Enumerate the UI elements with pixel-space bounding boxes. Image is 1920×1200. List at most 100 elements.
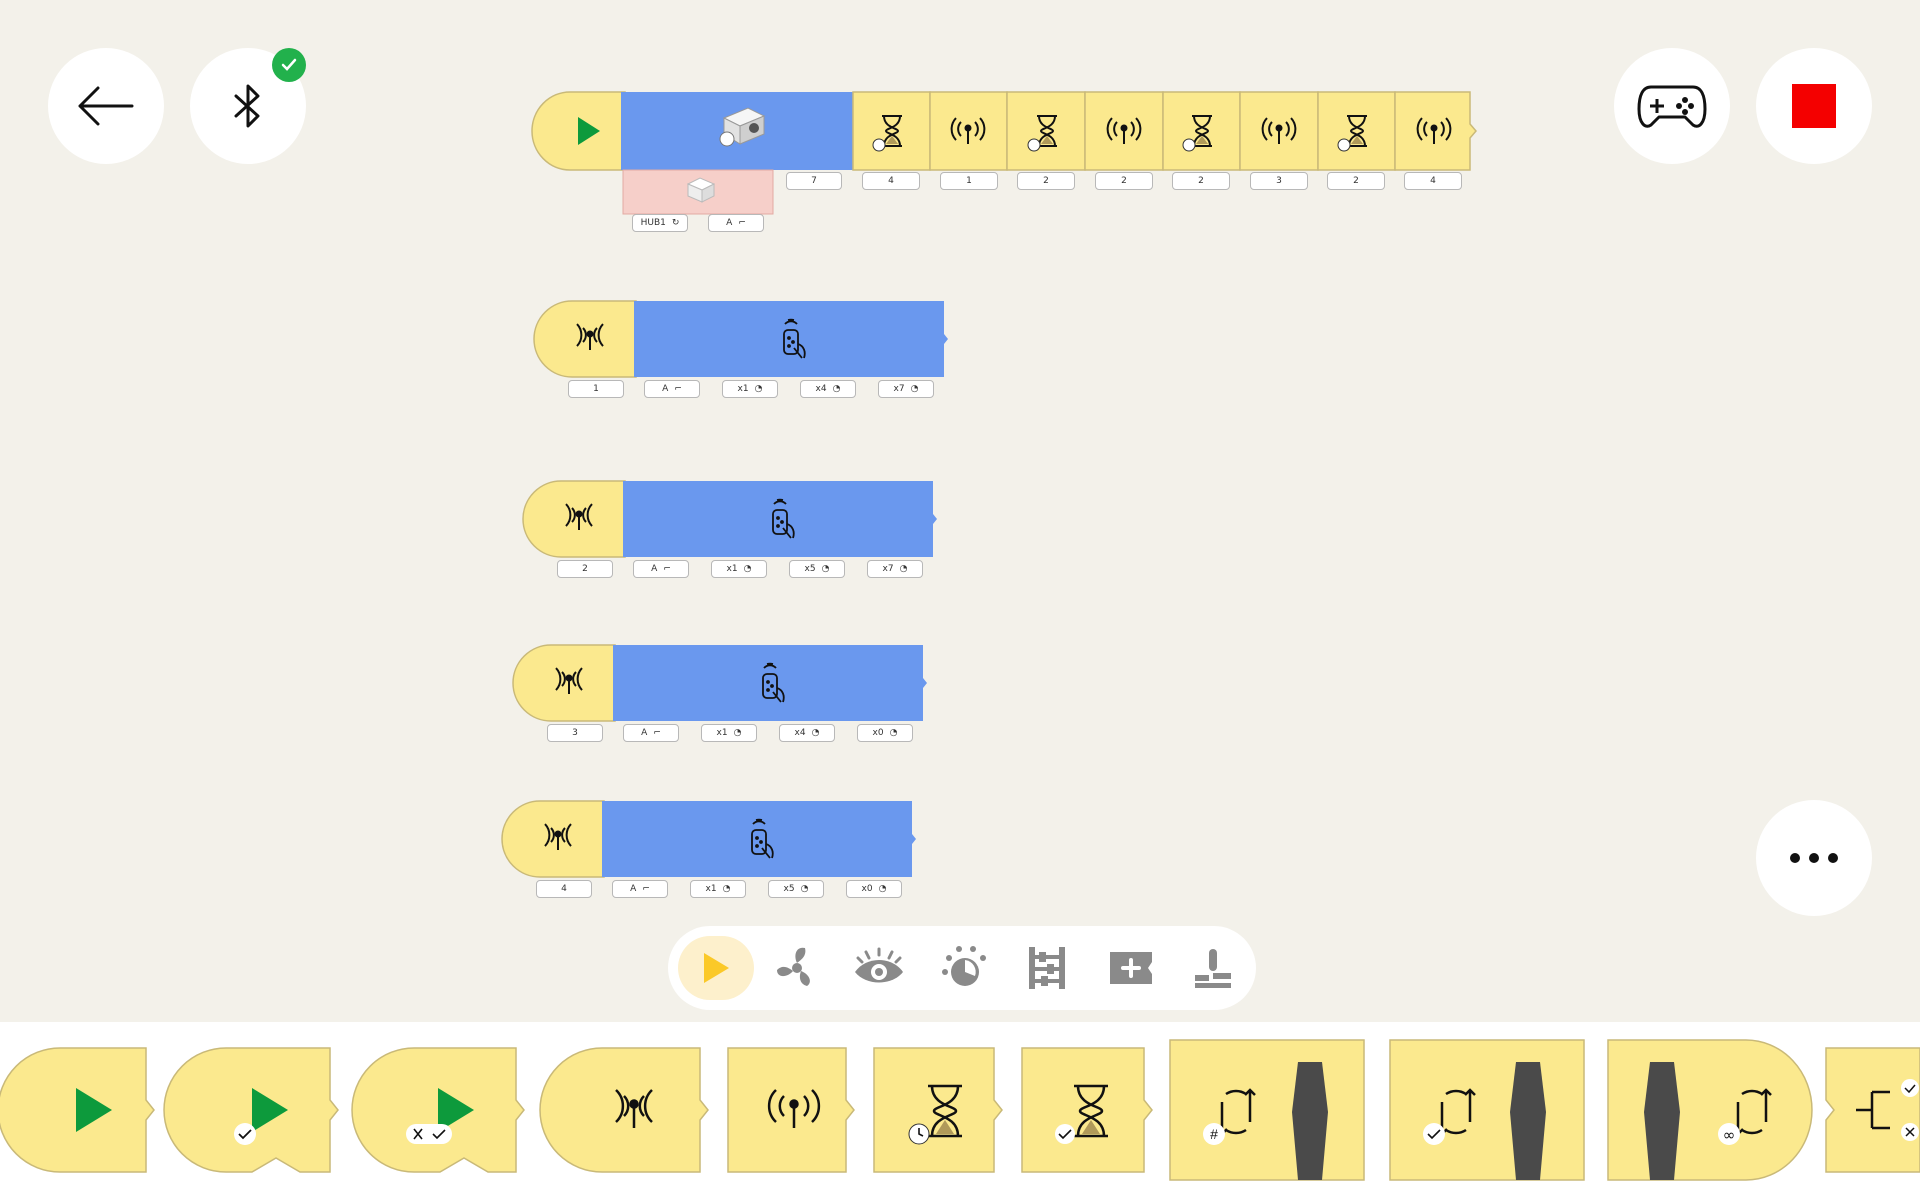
step-value[interactable]: 1: [940, 172, 998, 190]
remote-param[interactable]: x0 ◔: [857, 724, 913, 742]
remote-param-label: x4: [815, 384, 827, 394]
tray-block-wait-time[interactable]: [873, 1047, 1003, 1173]
speed-icon: ◔: [899, 564, 908, 574]
trigger-value-label: 4: [561, 884, 567, 894]
step-value[interactable]: 2: [1017, 172, 1075, 190]
tray-block-wait-until[interactable]: [1021, 1047, 1153, 1173]
port-selector[interactable]: A ⌐: [644, 380, 700, 398]
port-icon: ⌐: [663, 564, 671, 574]
abacus-icon: [1029, 947, 1065, 989]
category-tools[interactable]: [1178, 936, 1248, 1000]
tray-block-start-change[interactable]: [351, 1047, 525, 1173]
svg-text:#: #: [1210, 1126, 1218, 1142]
port-label: A: [641, 728, 648, 738]
speed-icon: ◔: [878, 884, 887, 894]
remote-param[interactable]: x7 ◔: [878, 380, 934, 398]
remote-param[interactable]: x5 ◔: [789, 560, 845, 578]
more-options-button[interactable]: [1756, 800, 1872, 916]
play-icon: [704, 953, 729, 983]
remote-param[interactable]: x0 ◔: [846, 880, 902, 898]
main-program-stack[interactable]: 7 HUB1 ↻ A ⌐ 4 1 2 2 2 3 2 4: [530, 90, 1490, 240]
category-control[interactable]: [1012, 936, 1082, 1000]
trigger-value[interactable]: 1: [568, 380, 624, 398]
stop-square-icon: [1792, 84, 1836, 128]
remote-param[interactable]: x4 ◔: [779, 724, 835, 742]
port-icon: ⌐: [653, 728, 661, 738]
remote-param-label: x7: [882, 564, 894, 574]
category-motors[interactable]: [762, 936, 832, 1000]
remote-param-label: x5: [783, 884, 795, 894]
remote-param-label: x7: [893, 384, 905, 394]
remote-param-label: x0: [872, 728, 884, 738]
port-selector[interactable]: A ⌐: [612, 880, 668, 898]
speed-icon: ◔: [910, 384, 919, 394]
speed-icon: ◔: [722, 884, 731, 894]
hub-label: HUB1: [640, 218, 666, 228]
remote-param[interactable]: x1 ◔: [711, 560, 767, 578]
speed-icon: ◔: [889, 728, 898, 738]
step-value[interactable]: 2: [1327, 172, 1385, 190]
port-selector[interactable]: A ⌐: [708, 214, 764, 232]
remote-param[interactable]: x1 ◔: [722, 380, 778, 398]
controller-button[interactable]: [1614, 48, 1730, 164]
remote-stack[interactable]: 1 A ⌐ x1 ◔ x4 ◔ x7 ◔: [532, 300, 952, 400]
remote-param-label: x4: [794, 728, 806, 738]
remote-stack[interactable]: 2 A ⌐ x1 ◔ x5 ◔ x7 ◔: [521, 480, 941, 580]
remote-stack[interactable]: 3 A ⌐ x1 ◔ x4 ◔ x0 ◔: [511, 644, 931, 744]
step-value[interactable]: 2: [1095, 172, 1153, 190]
speed-icon: ◔: [800, 884, 809, 894]
stop-button[interactable]: [1756, 48, 1872, 164]
tray-block-if-else[interactable]: [1825, 1047, 1920, 1173]
step-value[interactable]: 2: [1172, 172, 1230, 190]
port-selector[interactable]: A ⌐: [623, 724, 679, 742]
port-label: A: [662, 384, 669, 394]
tray-block-repeat-forever[interactable]: ∞: [1607, 1039, 1813, 1181]
trigger-value-label: 2: [582, 564, 588, 574]
step-value[interactable]: 3: [1250, 172, 1308, 190]
category-more-blocks[interactable]: [1096, 936, 1166, 1000]
remote-param-label: x5: [804, 564, 816, 574]
trigger-value[interactable]: 2: [557, 560, 613, 578]
back-button[interactable]: [48, 48, 164, 164]
tray-block-send-message[interactable]: [727, 1047, 855, 1173]
category-lights[interactable]: [928, 936, 998, 1000]
hub-selector[interactable]: HUB1 ↻: [632, 214, 688, 232]
category-events[interactable]: [678, 936, 754, 1000]
tray-block-repeat-count[interactable]: #: [1169, 1039, 1365, 1181]
remote-param[interactable]: x1 ◔: [701, 724, 757, 742]
check-icon: [281, 58, 297, 71]
step-value-label: 2: [1198, 176, 1204, 186]
remote-block[interactable]: [634, 301, 948, 377]
tray-block-start[interactable]: [0, 1047, 155, 1173]
programming-canvas[interactable]: 7 HUB1 ↻ A ⌐ 4 1 2 2 2 3 2 4 1 A ⌐ x1 ◔ x4 ◔ …: [0, 0, 1920, 1020]
remote-block[interactable]: [623, 481, 937, 557]
tray-block-repeat-until[interactable]: [1389, 1039, 1585, 1181]
bluetooth-icon: [234, 84, 260, 128]
trigger-value-label: 3: [572, 728, 578, 738]
speed-icon: ◔: [811, 728, 820, 738]
remote-param[interactable]: x7 ◔: [867, 560, 923, 578]
remote-param-label: x1: [726, 564, 738, 574]
step-value[interactable]: 4: [862, 172, 920, 190]
remote-param[interactable]: x5 ◔: [768, 880, 824, 898]
step-value[interactable]: 4: [1404, 172, 1462, 190]
block-tray[interactable]: # ∞: [0, 1022, 1920, 1200]
tray-block-on-message[interactable]: [539, 1047, 709, 1173]
speed-icon: ◔: [743, 564, 752, 574]
remote-block[interactable]: [602, 801, 916, 877]
remote-block[interactable]: [613, 645, 927, 721]
port-icon: ⌐: [674, 384, 682, 394]
gamepad-icon: [1637, 85, 1707, 128]
category-sensors[interactable]: [844, 936, 914, 1000]
step-value-label: 2: [1353, 176, 1359, 186]
connected-check-badge: [272, 48, 306, 82]
trigger-value[interactable]: 3: [547, 724, 603, 742]
svg-text:∞: ∞: [1723, 1126, 1736, 1144]
port-selector[interactable]: A ⌐: [633, 560, 689, 578]
remote-param[interactable]: x4 ◔: [800, 380, 856, 398]
motor-value[interactable]: 7: [786, 172, 842, 190]
trigger-value[interactable]: 4: [536, 880, 592, 898]
tray-block-start-condition[interactable]: [163, 1047, 339, 1173]
remote-stack[interactable]: 4 A ⌐ x1 ◔ x5 ◔ x0 ◔: [500, 800, 920, 900]
remote-param[interactable]: x1 ◔: [690, 880, 746, 898]
